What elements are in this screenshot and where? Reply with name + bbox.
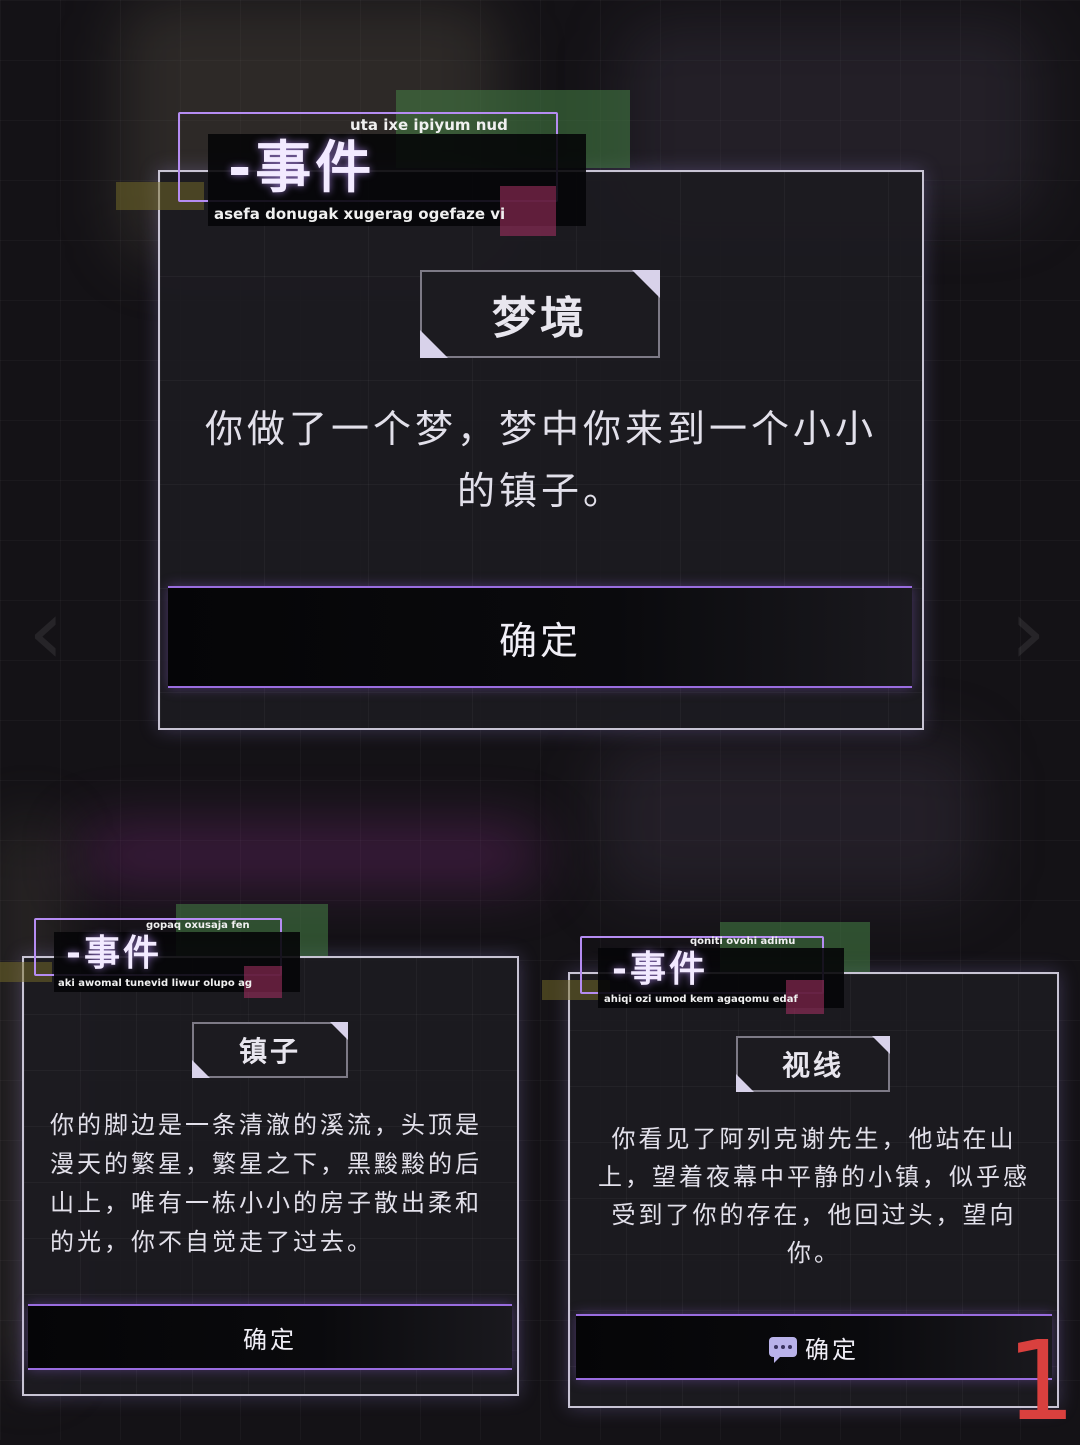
header-decor	[500, 186, 556, 236]
event-description: 你的脚边是一条清澈的溪流，头顶是漫天的繁星，繁星之下，黑黢黢的后山上，唯有一栋小…	[50, 1111, 482, 1256]
confirm-label: 确定	[243, 1325, 297, 1354]
event-tag-label: 梦境	[492, 293, 588, 344]
confirm-button[interactable]: 确定	[28, 1304, 512, 1370]
event-description: 你做了一个梦，梦中你来到一个小小的镇子。	[204, 407, 877, 513]
confirm-label: 确定	[805, 1335, 859, 1364]
event-tag: 镇子	[192, 1022, 348, 1078]
header-top-caption: qoniti ovohi adimu	[690, 936, 796, 947]
confirm-button[interactable]: 确定	[168, 586, 912, 688]
tag-corner-decor	[736, 1074, 754, 1092]
tag-corner-decor	[420, 330, 448, 358]
tag-corner-decor	[192, 1060, 210, 1078]
background-blur	[80, 830, 540, 880]
event-tag: 视线	[736, 1036, 890, 1092]
header-sub-caption: aki awomal tunevid liwur olupo ag	[58, 978, 253, 989]
header-top-caption: uta ixe ipiyum nud	[350, 116, 508, 134]
page-number: 1	[1006, 1317, 1076, 1445]
event-tag-label: 镇子	[238, 1035, 301, 1068]
event-tag: 梦境	[420, 270, 660, 358]
tag-corner-decor	[632, 270, 660, 298]
header-sub-caption: asefa donugak xugerag ogefaze vi	[214, 205, 506, 223]
chevron-left-icon: ‹	[28, 580, 64, 685]
confirm-button[interactable]: 确定	[576, 1314, 1052, 1380]
tag-corner-decor	[330, 1022, 348, 1040]
chat-bubble-icon	[769, 1337, 797, 1363]
event-tag-label: 视线	[781, 1049, 844, 1082]
event-title: -事件	[66, 933, 162, 974]
header-top-caption: gopaq oxusaja fen	[146, 920, 250, 931]
confirm-label: 确定	[498, 618, 581, 663]
event-description: 你看见了阿列克谢先生，他站在山上，望着夜幕中平静的小镇，似乎感受到了你的存在，他…	[598, 1125, 1030, 1267]
event-title: -事件	[612, 949, 708, 990]
tag-corner-decor	[872, 1036, 890, 1054]
header-sub-caption: ahiqi ozi umod kem agaqomu edaf	[604, 994, 798, 1005]
chevron-right-icon: ›	[1010, 580, 1046, 685]
background-blur	[600, 740, 980, 900]
event-title: -事件	[228, 136, 376, 201]
